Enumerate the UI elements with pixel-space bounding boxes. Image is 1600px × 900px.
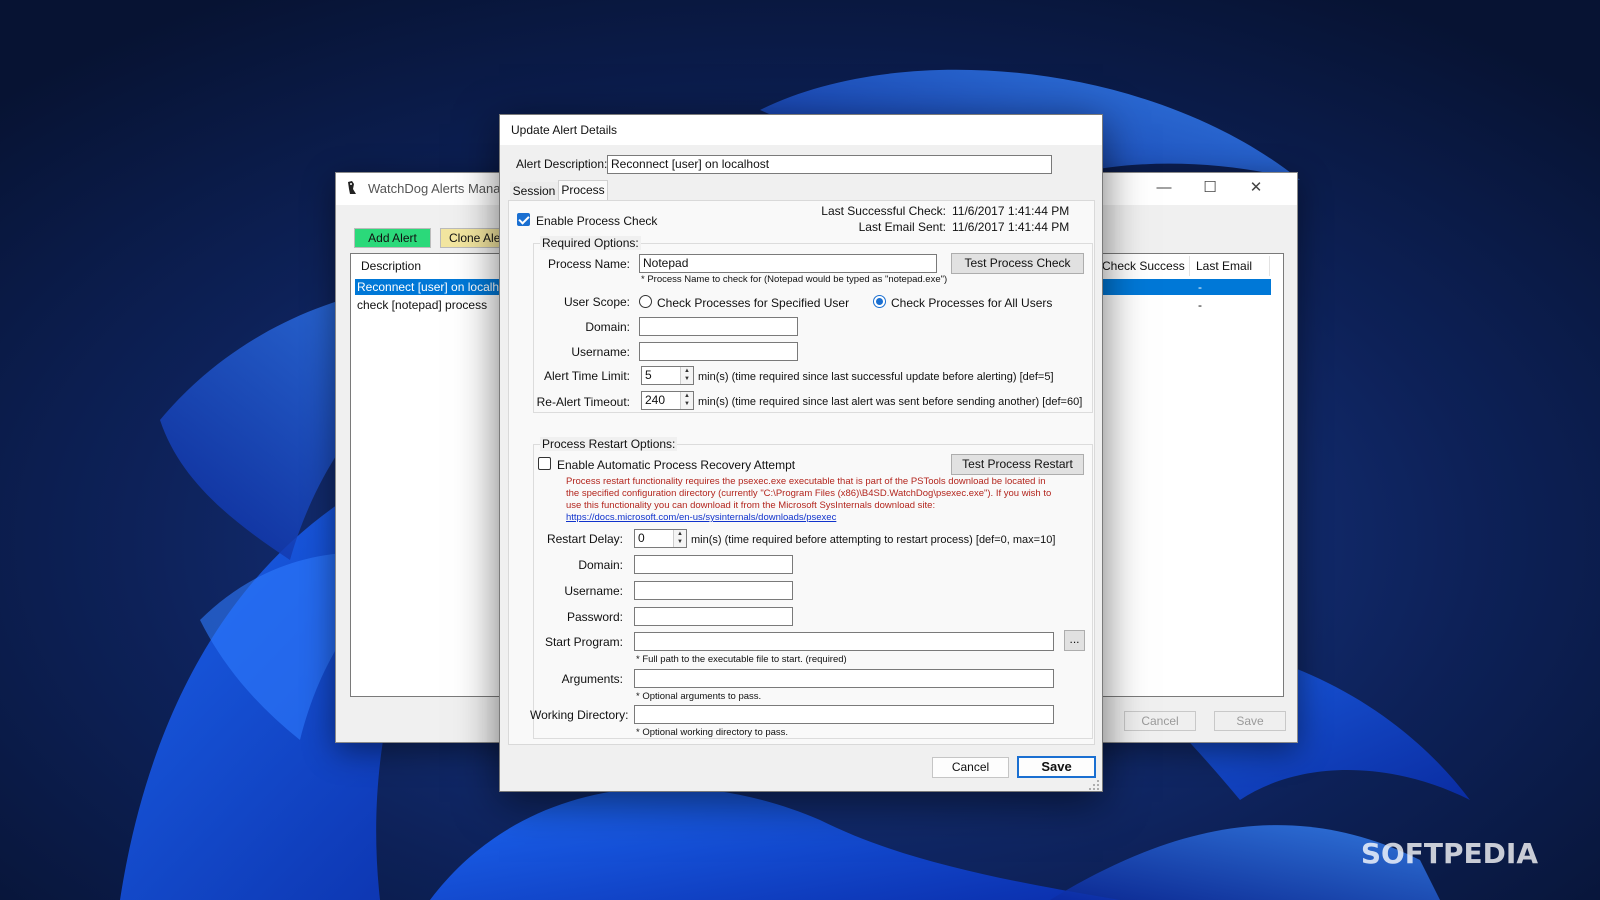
process-name-input[interactable]: Notepad	[639, 254, 937, 273]
alert-time-limit-stepper[interactable]: 5 ▲ ▼	[641, 366, 694, 385]
minimize-icon[interactable]: —	[1141, 173, 1187, 203]
table-row-last-email: -	[1198, 298, 1202, 312]
alert-time-limit-value: 5	[645, 368, 652, 382]
last-email-sent-value: 11/6/2017 1:41:44 PM	[952, 220, 1070, 234]
softpedia-watermark: SOFTPEDIA	[1360, 837, 1538, 870]
working-directory-label: Working Directory:	[530, 708, 629, 722]
username-label: Username:	[571, 345, 630, 359]
last-successful-check-label: Last Successful Check:	[821, 204, 946, 218]
restart-password-input[interactable]	[634, 607, 793, 626]
realert-timeout-label: Re-Alert Timeout:	[536, 395, 630, 409]
alert-time-limit-description: min(s) (time required since last success…	[698, 371, 1054, 383]
dialog-title: Update Alert Details	[511, 123, 618, 137]
alert-description-input[interactable]: Reconnect [user] on localhost	[607, 155, 1052, 174]
domain-label: Domain:	[585, 320, 630, 334]
main-save-button[interactable]: Save	[1214, 711, 1286, 731]
scope-specified-user-label: Check Processes for Specified User	[657, 296, 850, 310]
restart-delay-value: 0	[638, 531, 645, 545]
restart-username-label: Username:	[564, 584, 623, 598]
chevron-up-icon[interactable]: ▲	[681, 392, 693, 400]
dialog-titlebar[interactable]: Update Alert Details	[500, 115, 1102, 145]
start-program-label: Start Program:	[544, 635, 623, 649]
enable-recovery-label: Enable Automatic Process Recovery Attemp…	[557, 458, 796, 472]
scope-specified-user-radio[interactable]	[639, 295, 652, 308]
restart-domain-input[interactable]	[634, 555, 793, 574]
cancel-button[interactable]: Cancel	[932, 757, 1009, 778]
stepper-arrows[interactable]: ▲ ▼	[680, 392, 693, 409]
restart-delay-stepper[interactable]: 0 ▲ ▼	[634, 529, 687, 548]
realert-timeout-value: 240	[645, 393, 666, 407]
tab-session[interactable]: Session	[510, 182, 558, 202]
chevron-down-icon[interactable]: ▼	[681, 400, 693, 408]
restart-password-label: Password:	[566, 610, 623, 624]
last-email-sent-label: Last Email Sent:	[858, 220, 946, 234]
psexec-warning: Process restart functionality requires t…	[566, 476, 1056, 524]
scope-all-users-label: Check Processes for All Users	[891, 296, 1053, 310]
username-input[interactable]	[639, 342, 798, 361]
watchdog-app-icon	[348, 181, 356, 194]
working-directory-hint: * Optional working directory to pass.	[636, 727, 789, 738]
alert-description-label: Alert Description:	[516, 157, 608, 171]
alert-time-limit-label: Alert Time Limit:	[543, 369, 630, 383]
restart-delay-description: min(s) (time required before attempting …	[691, 534, 1056, 546]
start-program-input[interactable]	[634, 632, 1054, 651]
start-program-hint: * Full path to the executable file to st…	[636, 654, 847, 665]
table-row[interactable]: check [notepad] process	[355, 297, 487, 313]
browse-button[interactable]: ...	[1064, 630, 1085, 651]
scope-all-users-radio[interactable]	[873, 295, 886, 308]
restart-delay-label: Restart Delay:	[546, 532, 623, 546]
resize-grip-icon[interactable]	[1088, 779, 1100, 791]
realert-timeout-description: min(s) (time required since last alert w…	[698, 396, 1083, 408]
psexec-download-link[interactable]: https://docs.microsoft.com/en-us/sysinte…	[566, 512, 836, 523]
table-row-description: Reconnect [user] on localhost	[357, 280, 516, 294]
close-icon[interactable]: ✕	[1233, 173, 1279, 203]
restart-options-title: Process Restart Options:	[540, 437, 678, 451]
column-header-description[interactable]: Description	[355, 256, 505, 276]
chevron-down-icon[interactable]: ▼	[674, 538, 686, 546]
required-options-title: Required Options:	[540, 236, 641, 250]
process-name-hint: * Process Name to check for (Notepad wou…	[641, 274, 948, 285]
arguments-label: Arguments:	[561, 672, 623, 686]
main-cancel-button[interactable]: Cancel	[1124, 711, 1196, 731]
stepper-arrows[interactable]: ▲ ▼	[680, 367, 693, 384]
realert-timeout-stepper[interactable]: 240 ▲ ▼	[641, 391, 694, 410]
restart-domain-label: Domain:	[578, 558, 623, 572]
column-header-last-email[interactable]: Last Email	[1190, 256, 1270, 276]
test-process-check-button[interactable]: Test Process Check	[951, 253, 1084, 274]
maximize-icon[interactable]: ☐	[1187, 173, 1233, 203]
stepper-arrows[interactable]: ▲ ▼	[673, 530, 686, 547]
chevron-up-icon[interactable]: ▲	[674, 530, 686, 538]
save-button[interactable]: Save	[1017, 756, 1096, 778]
enable-process-check-checkbox[interactable]	[517, 213, 530, 226]
chevron-up-icon[interactable]: ▲	[681, 367, 693, 375]
main-window-title: WatchDog Alerts Manag	[368, 181, 508, 196]
user-scope-label: User Scope:	[563, 295, 630, 309]
chevron-down-icon[interactable]: ▼	[681, 375, 693, 383]
process-name-label: Process Name:	[547, 257, 630, 271]
last-successful-check-value: 11/6/2017 1:41:44 PM	[952, 204, 1070, 218]
restart-username-input[interactable]	[634, 581, 793, 600]
arguments-hint: * Optional arguments to pass.	[636, 691, 762, 702]
test-process-restart-button[interactable]: Test Process Restart	[951, 454, 1084, 475]
enable-recovery-checkbox[interactable]	[538, 457, 551, 470]
tab-process[interactable]: Process	[558, 180, 608, 200]
table-row-last-email: -	[1198, 280, 1202, 294]
enable-process-check-label: Enable Process Check	[536, 214, 658, 228]
working-directory-input[interactable]	[634, 705, 1054, 724]
psexec-warning-text: Process restart functionality requires t…	[566, 476, 1052, 511]
update-alert-dialog: Update Alert Details Alert Description: …	[499, 114, 1103, 792]
add-alert-button[interactable]: Add Alert	[354, 228, 431, 248]
arguments-input[interactable]	[634, 669, 1054, 688]
column-header-check-success[interactable]: Check Success	[1096, 256, 1190, 276]
domain-input[interactable]	[639, 317, 798, 336]
